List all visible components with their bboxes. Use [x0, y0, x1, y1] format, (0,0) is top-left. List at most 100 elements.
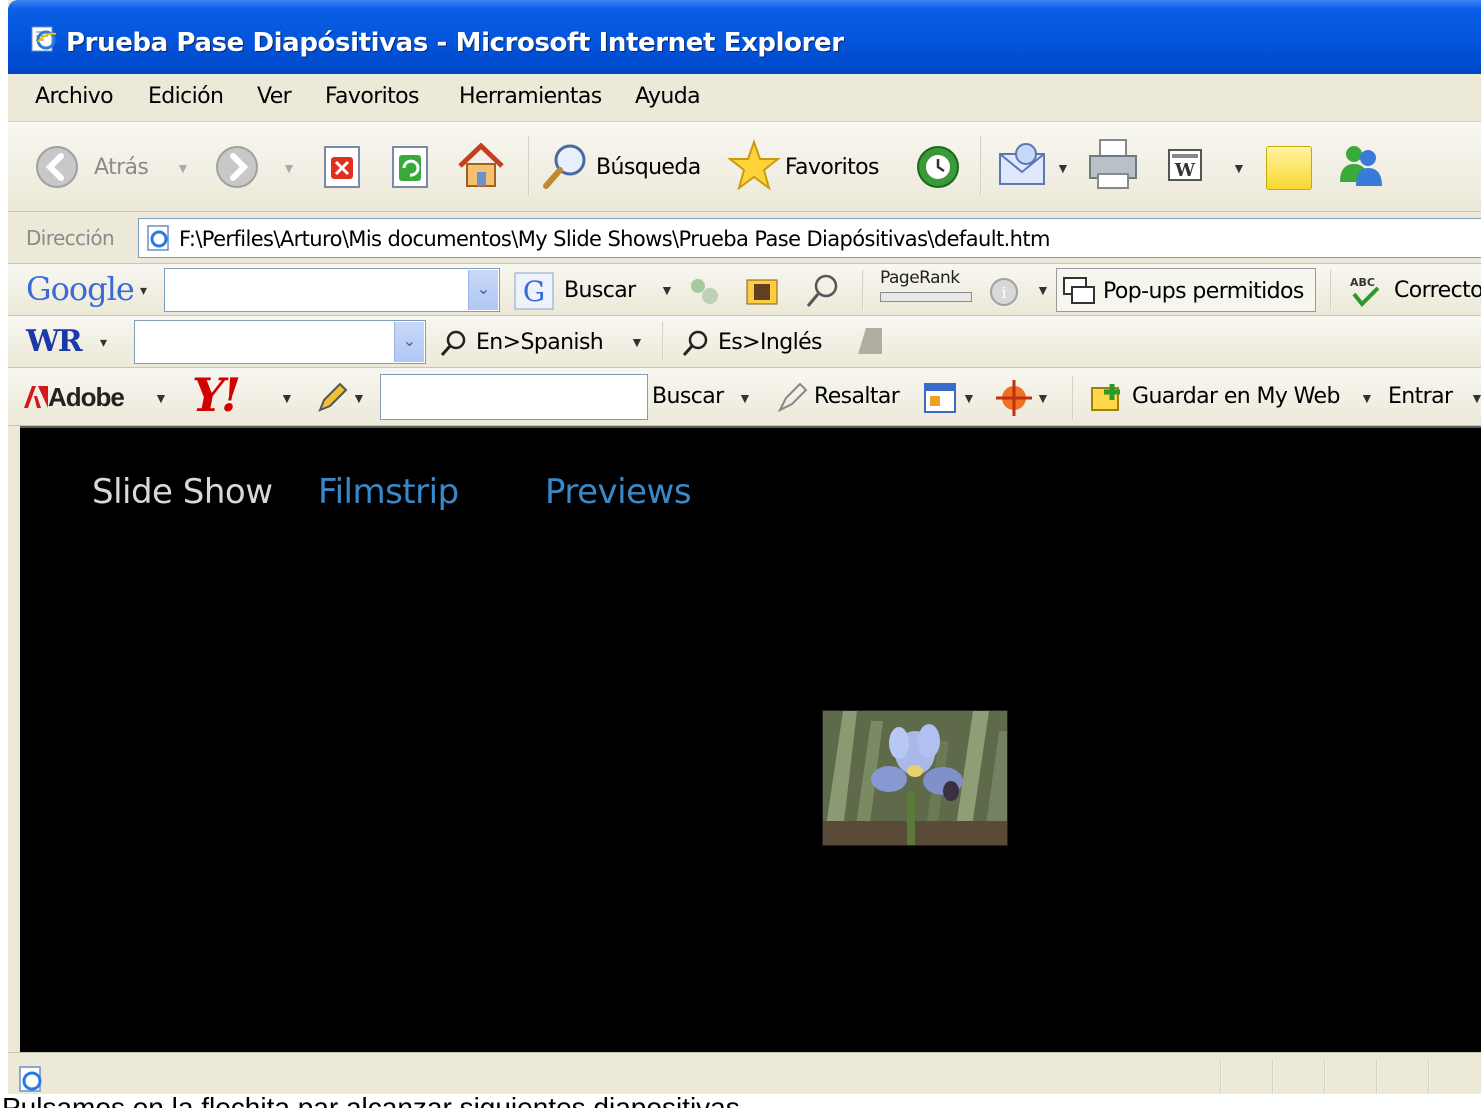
popups-button[interactable]: Pop-ups permitidos: [1056, 268, 1316, 312]
google-g-icon[interactable]: G: [514, 272, 554, 310]
back-dropdown-icon[interactable]: ▼: [176, 160, 190, 176]
pagerank-meter[interactable]: PageRank: [876, 268, 976, 308]
back-button[interactable]: [34, 144, 88, 190]
signin-dropdown-icon[interactable]: ▼: [1470, 390, 1481, 406]
home-icon[interactable]: [454, 140, 508, 192]
search-icon[interactable]: [538, 140, 594, 192]
forward-button[interactable]: [214, 144, 264, 190]
yahoo-search-dropdown-icon[interactable]: ▼: [738, 390, 752, 406]
google-logo[interactable]: Google: [26, 270, 135, 308]
yahoo-search-button[interactable]: Buscar: [652, 384, 724, 409]
target-dropdown-icon[interactable]: ▼: [1036, 390, 1050, 406]
messenger-icon[interactable]: [1332, 140, 1388, 192]
wr-search-input[interactable]: ⌄: [134, 320, 426, 364]
wr-extra-icon[interactable]: [850, 324, 886, 360]
notes-icon[interactable]: [1266, 146, 1312, 190]
mail-dropdown-icon[interactable]: ▼: [1056, 160, 1070, 176]
title-bar: Prueba Pase Diapósitivas - Microsoft Int…: [8, 0, 1481, 74]
iris-flower-photo: [823, 711, 1007, 845]
highlighter-icon: [777, 382, 808, 413]
yahoo-dropdown-icon[interactable]: ▼: [280, 390, 294, 406]
mail-icon[interactable]: [996, 140, 1054, 192]
save-myweb-button[interactable]: Guardar en My Web: [1132, 384, 1340, 409]
en-spanish-button[interactable]: En>Spanish: [476, 330, 604, 355]
en-spanish-dropdown-icon[interactable]: ▼: [630, 334, 644, 350]
wr-logo[interactable]: WR: [26, 324, 83, 359]
adobe-button[interactable]: Adobe: [24, 380, 154, 416]
info-dropdown-icon[interactable]: ▼: [1036, 282, 1050, 298]
forward-arrow-icon: [216, 146, 258, 188]
highlight-icon[interactable]: [804, 270, 844, 310]
menu-ayuda[interactable]: Ayuda: [635, 84, 701, 109]
slide-image-iris-flower[interactable]: [822, 710, 1008, 846]
caption-text: Pulsamos en la flechita par alcanzar sig…: [0, 1094, 1481, 1108]
window-icon[interactable]: [922, 380, 960, 416]
en-spanish-search-icon: [440, 330, 466, 356]
es-ingles-search-icon: [682, 330, 708, 356]
back-arrow-icon: [36, 146, 78, 188]
nav-filmstrip[interactable]: Filmstrip: [318, 472, 459, 512]
standard-toolbar: Atrás ▼ ▼ Búsqueda Favoritos ▼ W ▼: [8, 122, 1481, 212]
address-url: F:\Perfiles\Arturo\Mis documentos\My Sli…: [179, 227, 1050, 251]
menu-herramientas[interactable]: Herramientas: [459, 84, 602, 109]
svg-text:W: W: [1174, 160, 1196, 181]
edit-dropdown-icon[interactable]: ▼: [1232, 160, 1246, 176]
page-content: Slide Show Filmstrip Previews: [20, 426, 1481, 1052]
google-toolbar: Google ▾ ⌄ G Buscar ▼ PageRank i ▼ Pop-u…: [8, 264, 1481, 316]
address-field[interactable]: F:\Perfiles\Arturo\Mis documentos\My Sli…: [138, 218, 1481, 258]
ie-page-icon: [31, 26, 57, 52]
google-search-button[interactable]: Buscar: [564, 278, 636, 303]
svg-text:G: G: [523, 275, 545, 308]
menu-bar: Archivo Edición Ver Favoritos Herramient…: [8, 74, 1481, 122]
popup-window-icon: [1063, 277, 1095, 304]
wr-search-dropdown-icon[interactable]: ⌄: [394, 322, 424, 362]
signin-button[interactable]: Entrar: [1388, 384, 1453, 409]
word-edit-icon[interactable]: W: [1166, 146, 1206, 186]
browser-window: Prueba Pase Diapósitivas - Microsoft Int…: [8, 0, 1481, 1100]
address-toolbar: Dirección F:\Perfiles\Arturo\Mis documen…: [8, 212, 1481, 264]
stop-icon[interactable]: [320, 144, 366, 190]
page-info-icon[interactable]: [744, 274, 780, 308]
history-icon[interactable]: [912, 142, 964, 192]
google-search-dropdown-arrow-icon[interactable]: ▼: [660, 282, 674, 298]
address-label: Dirección: [26, 226, 115, 250]
wr-menu-dropdown-icon[interactable]: ▾: [100, 334, 107, 351]
menu-ver[interactable]: Ver: [257, 84, 292, 109]
window-dropdown-icon[interactable]: ▼: [962, 390, 976, 406]
yahoo-search-input[interactable]: [380, 374, 648, 420]
window-title: Prueba Pase Diapósitivas - Microsoft Int…: [66, 28, 844, 58]
adobe-dropdown-icon[interactable]: ▼: [154, 390, 168, 406]
google-search-input[interactable]: ⌄: [164, 268, 500, 312]
yahoo-toolbar: Adobe ▼ Y! ▼ ▼ Buscar ▼ Resaltar ▼ ▼ Gua…: [8, 368, 1481, 426]
target-icon[interactable]: [994, 378, 1034, 418]
favorites-label[interactable]: Favoritos: [785, 155, 880, 180]
google-menu-dropdown-icon[interactable]: ▾: [140, 282, 147, 299]
forward-dropdown-icon[interactable]: ▼: [282, 160, 296, 176]
adobe-logo-icon: [24, 386, 48, 408]
info-icon[interactable]: i: [988, 276, 1020, 308]
highlight-button[interactable]: Resaltar: [814, 384, 900, 409]
favorites-star-icon[interactable]: [726, 138, 782, 194]
status-page-icon: [19, 1066, 42, 1092]
pencil-dropdown-icon[interactable]: ▼: [352, 390, 366, 406]
spellcheck-icon[interactable]: ABC: [1346, 272, 1384, 310]
save-myweb-dropdown-icon[interactable]: ▼: [1360, 390, 1374, 406]
search-label[interactable]: Búsqueda: [596, 155, 701, 180]
nav-previews[interactable]: Previews: [545, 472, 692, 512]
back-label: Atrás: [94, 155, 149, 180]
menu-favoritos[interactable]: Favoritos: [325, 84, 420, 109]
menu-edicion[interactable]: Edición: [148, 84, 224, 109]
google-search-dropdown-icon[interactable]: ⌄: [468, 270, 498, 310]
news-icon[interactable]: [686, 274, 722, 308]
yahoo-logo[interactable]: Y!: [192, 368, 241, 422]
status-bar: [8, 1052, 1481, 1100]
save-myweb-icon: [1091, 384, 1120, 411]
print-icon[interactable]: [1084, 136, 1144, 194]
spellcheck-label[interactable]: Correcto: [1394, 278, 1481, 303]
menu-archivo[interactable]: Archivo: [35, 84, 114, 109]
page-icon: [147, 225, 169, 251]
es-ingles-button[interactable]: Es>Inglés: [718, 330, 823, 355]
refresh-icon[interactable]: [388, 144, 434, 190]
pencil-icon[interactable]: [314, 380, 350, 414]
nav-slideshow[interactable]: Slide Show: [92, 472, 273, 512]
